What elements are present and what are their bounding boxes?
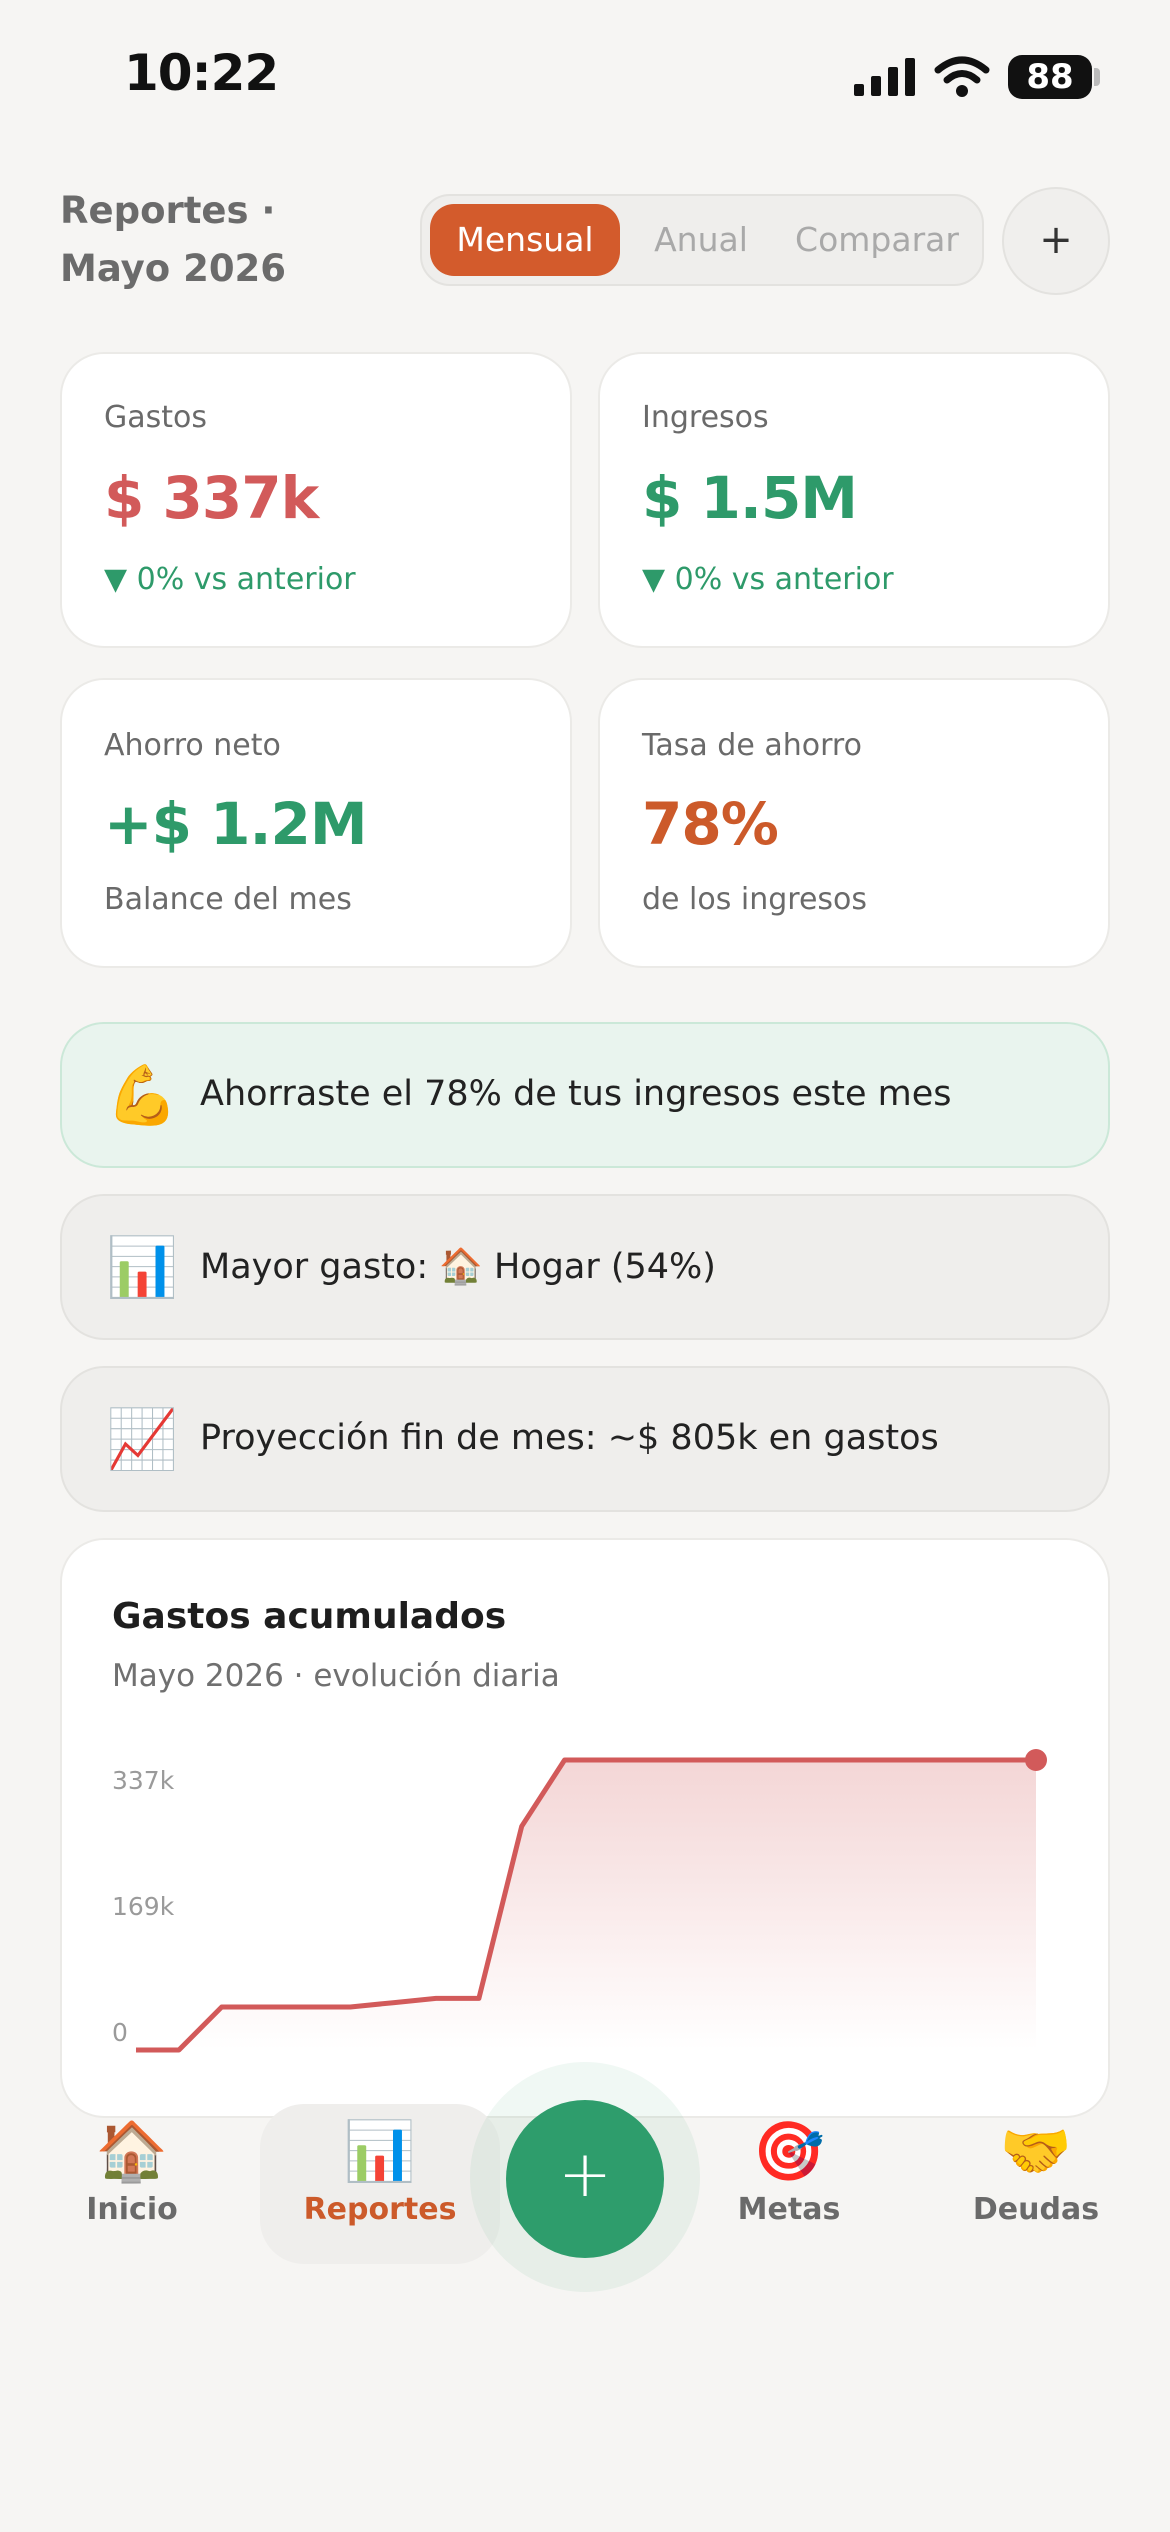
target-icon: 🎯 [752, 2117, 826, 2185]
battery-nub [1094, 68, 1100, 86]
insight-top-expense[interactable]: 📊 Mayor gasto: 🏠 Hogar (54%) [60, 1194, 1110, 1340]
add-transaction-button[interactable]: + [506, 2100, 664, 2258]
nav-label: Metas [737, 2192, 841, 2227]
stat-card-ingresos[interactable]: Ingresos $ 1.5M ▼ 0% vs anterior [598, 352, 1110, 648]
last-point-marker[interactable] [1025, 1749, 1047, 1771]
stat-value: $ 1.5M [642, 464, 858, 532]
stat-sub: de los ingresos [642, 882, 868, 917]
stat-card-gastos[interactable]: Gastos $ 337k ▼ 0% vs anterior [60, 352, 572, 648]
cumulative-expense-chart [136, 1749, 1047, 2053]
battery-indicator: 88 [1008, 55, 1092, 99]
insight-text: Mayor gasto: 🏠 Hogar (54%) [200, 1247, 716, 1287]
insight-projection[interactable]: 📈 Proyección fin de mes: ~$ 805k en gast… [60, 1366, 1110, 1512]
nav-label: Inicio [86, 2192, 178, 2227]
stat-label: Ingresos [642, 400, 769, 435]
bar-chart-icon: 📊 [343, 2117, 417, 2185]
add-report-button[interactable]: + [1002, 187, 1110, 295]
nav-item-deudas[interactable]: 🤝 Deudas [951, 2116, 1121, 2227]
flexed-biceps-icon: 💪 [106, 1061, 179, 1129]
handshake-icon: 🤝 [999, 2117, 1073, 2185]
chart-card: Gastos acumulados Mayo 2026 · evolución … [60, 1538, 1110, 2118]
stat-delta: ▼ 0% vs anterior [642, 562, 894, 597]
stat-value: $ 337k [104, 464, 319, 532]
tab-anual[interactable]: Anual [626, 204, 776, 276]
insight-savings[interactable]: 💪 Ahorraste el 78% de tus ingresos este … [60, 1022, 1110, 1168]
house-icon: 🏠 [95, 2117, 169, 2185]
status-time: 10:22 [124, 44, 279, 102]
stat-card-ahorro-neto[interactable]: Ahorro neto +$ 1.2M Balance del mes [60, 678, 572, 968]
stat-value: +$ 1.2M [104, 790, 368, 858]
stat-value: 78% [642, 790, 779, 858]
wifi-icon [934, 56, 990, 97]
bar-chart-icon: 📊 [106, 1233, 179, 1301]
stat-sub: Balance del mes [104, 882, 352, 917]
nav-label: Deudas [972, 2192, 1100, 2227]
signal-icon [854, 58, 915, 96]
period-segmented-control: Mensual Anual Comparar [420, 194, 984, 286]
nav-item-metas[interactable]: 🎯 Metas [704, 2116, 874, 2227]
stat-label: Ahorro neto [104, 728, 281, 763]
tab-comparar[interactable]: Comparar [782, 204, 972, 276]
nav-item-inicio[interactable]: 🏠 Inicio [47, 2116, 217, 2227]
page-title: Reportes · Mayo 2026 [60, 189, 287, 290]
stat-card-tasa-ahorro[interactable]: Tasa de ahorro 78% de los ingresos [598, 678, 1110, 968]
stat-delta: ▼ 0% vs anterior [104, 562, 356, 597]
nav-label: Reportes [303, 2192, 457, 2227]
insight-text: Proyección fin de mes: ~$ 805k en gastos [200, 1418, 939, 1458]
stat-label: Tasa de ahorro [642, 728, 862, 763]
tab-mensual[interactable]: Mensual [430, 204, 620, 276]
nav-item-reportes[interactable]: 📊 Reportes [295, 2116, 465, 2227]
insight-text: Ahorraste el 78% de tus ingresos este me… [200, 1074, 952, 1114]
stat-label: Gastos [104, 400, 208, 435]
chart-increasing-icon: 📈 [106, 1405, 179, 1473]
